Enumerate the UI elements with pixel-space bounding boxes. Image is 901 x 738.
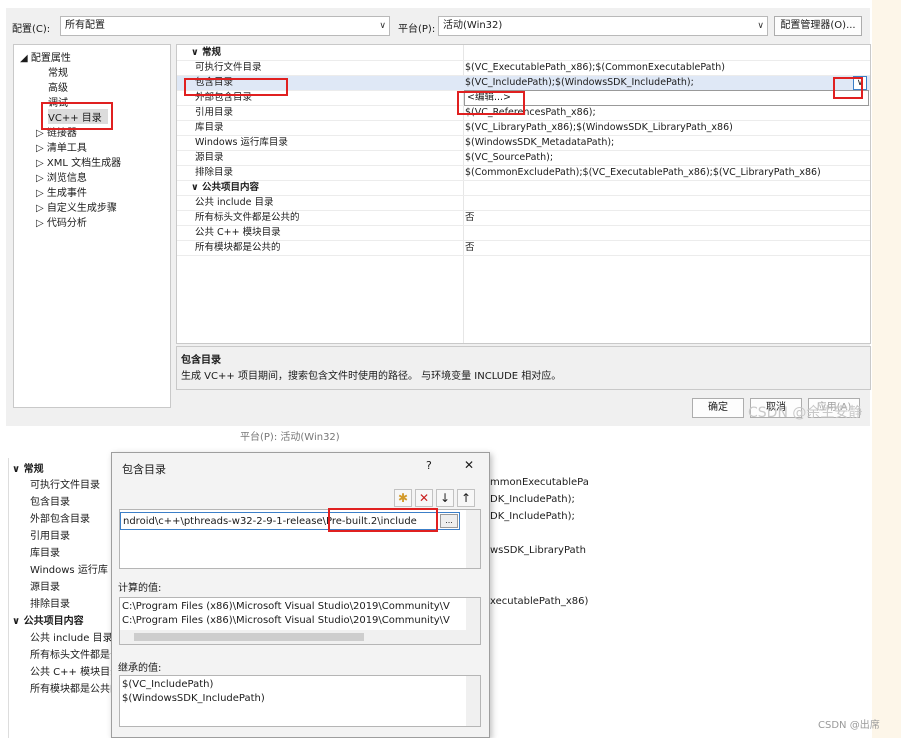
dialog-title: 包含目录 <box>122 463 166 476</box>
highlight-edit-item <box>457 91 525 115</box>
scrollbar[interactable] <box>466 676 480 726</box>
horizontal-scrollbar[interactable] <box>120 630 466 644</box>
chevron-down-icon: ∨ <box>757 21 764 31</box>
grid-row[interactable]: 源目录 $(VC_SourcePath); <box>177 151 870 166</box>
watermark: CSDN @出席 <box>818 720 880 731</box>
grid-row-category[interactable]: ∨ 公共项目内容 <box>177 181 870 196</box>
bg-row: 引用目录 <box>30 531 70 542</box>
close-button[interactable]: ✕ <box>464 458 474 472</box>
tree-item-manifest[interactable]: ▷ 清单工具 <box>36 139 87 154</box>
move-down-icon[interactable]: ↓ <box>436 489 454 507</box>
desc-text: 生成 VC++ 项目期间，搜索包含文件时使用的路径。 与环境变量 INCLUDE… <box>181 371 562 382</box>
highlight-include-path <box>328 508 438 532</box>
bg-row: 排除目录 <box>30 599 70 610</box>
move-up-icon[interactable]: ↑ <box>457 489 475 507</box>
highlight-vc-directories <box>41 102 113 130</box>
bg-row: 库目录 <box>30 548 60 559</box>
watermark: CSDN @余生安静 <box>748 405 863 421</box>
bg-row: 源目录 <box>30 582 60 593</box>
config-dropdown[interactable]: 所有配置 ∨ <box>60 16 390 36</box>
bg-value: wsSDK_LibraryPath <box>490 545 586 556</box>
bg-row: 外部包含目录 <box>30 514 90 525</box>
config-label: 配置(C): <box>12 24 51 35</box>
scrollbar[interactable] <box>466 598 480 644</box>
grid-row[interactable]: 所有模块都是公共的否 <box>177 241 870 256</box>
tree-item-browse[interactable]: ▷ 浏览信息 <box>36 169 87 184</box>
bg-row: 可执行文件目录 <box>30 480 100 491</box>
tree-item-xml-doc[interactable]: ▷ XML 文档生成器 <box>36 154 121 169</box>
bg-row: 公共 include 目录 <box>30 633 113 644</box>
new-line-icon[interactable]: ✱ <box>394 489 412 507</box>
grid-row[interactable]: Windows 运行库目录 $(WindowsSDK_MetadataPath); <box>177 136 870 151</box>
grid-row[interactable]: 所有标头文件都是公共的否 <box>177 211 870 226</box>
bg-row: 包含目录 <box>30 497 70 508</box>
tree-item-code-analysis[interactable]: ▷ 代码分析 <box>36 214 87 229</box>
ok-button[interactable]: 确定 <box>692 398 744 418</box>
inherited-label: 继承的值: <box>118 663 162 674</box>
bg-row: 所有模块都是公共的 <box>30 684 120 695</box>
tree-item-general[interactable]: 常规 <box>48 64 68 79</box>
computed-label: 计算的值: <box>118 583 162 594</box>
bg-value: DK_IncludePath); <box>490 494 575 505</box>
chevron-down-icon: ∨ <box>379 21 386 31</box>
grid-row[interactable]: 库目录 $(VC_LibraryPath_x86);$(WindowsSDK_Li… <box>177 121 870 136</box>
property-pages-window: 配置(C): 所有配置 ∨ 平台(P): 活动(Win32) ∨ 配置管理器(O… <box>6 8 871 426</box>
inherited-values-box: $(VC_IncludePath) $(WindowsSDK_IncludePa… <box>119 675 481 727</box>
tree-item-advanced[interactable]: 高级 <box>48 79 68 94</box>
config-manager-button[interactable]: 配置管理器(O)... <box>774 16 862 36</box>
browse-button[interactable]: ... <box>440 514 458 528</box>
include-directories-dialog: 包含目录 ? ✕ ✱ ✕ ↓ ↑ ndroid\c++\pthreads-w32… <box>111 452 490 738</box>
bg-value: mmonExecutablePa <box>490 477 589 488</box>
grid-row[interactable]: 公共 C++ 模块目录 <box>177 226 870 241</box>
grid-row[interactable]: 排除目录 $(CommonExcludePath);$(VC_Executable… <box>177 166 870 181</box>
delete-icon[interactable]: ✕ <box>415 489 433 507</box>
desc-title: 包含目录 <box>181 355 221 366</box>
bg-value: DK_IncludePath); <box>490 511 575 522</box>
highlight-dropdown-button <box>833 77 863 99</box>
platform-dropdown[interactable]: 活动(Win32) ∨ <box>438 16 768 36</box>
tree-item-config-props[interactable]: ◢ 配置属性 <box>20 49 71 64</box>
bg-row-category: ∨ 公共项目内容 <box>12 616 84 627</box>
grid-row[interactable]: 公共 include 目录 <box>177 196 870 211</box>
help-button[interactable]: ? <box>426 459 432 472</box>
bg-row: 公共 C++ 模块目录 <box>30 667 121 678</box>
computed-values-box: C:\Program Files (x86)\Microsoft Visual … <box>119 597 481 645</box>
grid-row-category[interactable]: ∨ 常规 <box>177 46 870 61</box>
bg-value: xecutablePath_x86) <box>490 596 589 607</box>
cut-header: 平台(P): 活动(Win32) <box>240 432 340 443</box>
grid-row[interactable]: 可执行文件目录 $(VC_ExecutablePath_x86);$(Common… <box>177 61 870 76</box>
highlight-include-row <box>184 78 288 96</box>
bg-row-category: ∨ 常规 <box>12 464 44 475</box>
scrollbar[interactable] <box>466 510 480 568</box>
tree-item-build-events[interactable]: ▷ 生成事件 <box>36 184 87 199</box>
property-tree: ◢ 配置属性 常规 高级 调试 VC++ 目录 ▷ 链接器 ▷ 清单工具 ▷ X… <box>13 44 171 408</box>
tree-item-custom-build[interactable]: ▷ 自定义生成步骤 <box>36 199 117 214</box>
bg-row: Windows 运行库 <box>30 565 108 576</box>
description-panel: 包含目录 生成 VC++ 项目期间，搜索包含文件时使用的路径。 与环境变量 IN… <box>176 346 871 390</box>
platform-label: 平台(P): <box>398 24 436 35</box>
page-margin <box>872 0 901 738</box>
